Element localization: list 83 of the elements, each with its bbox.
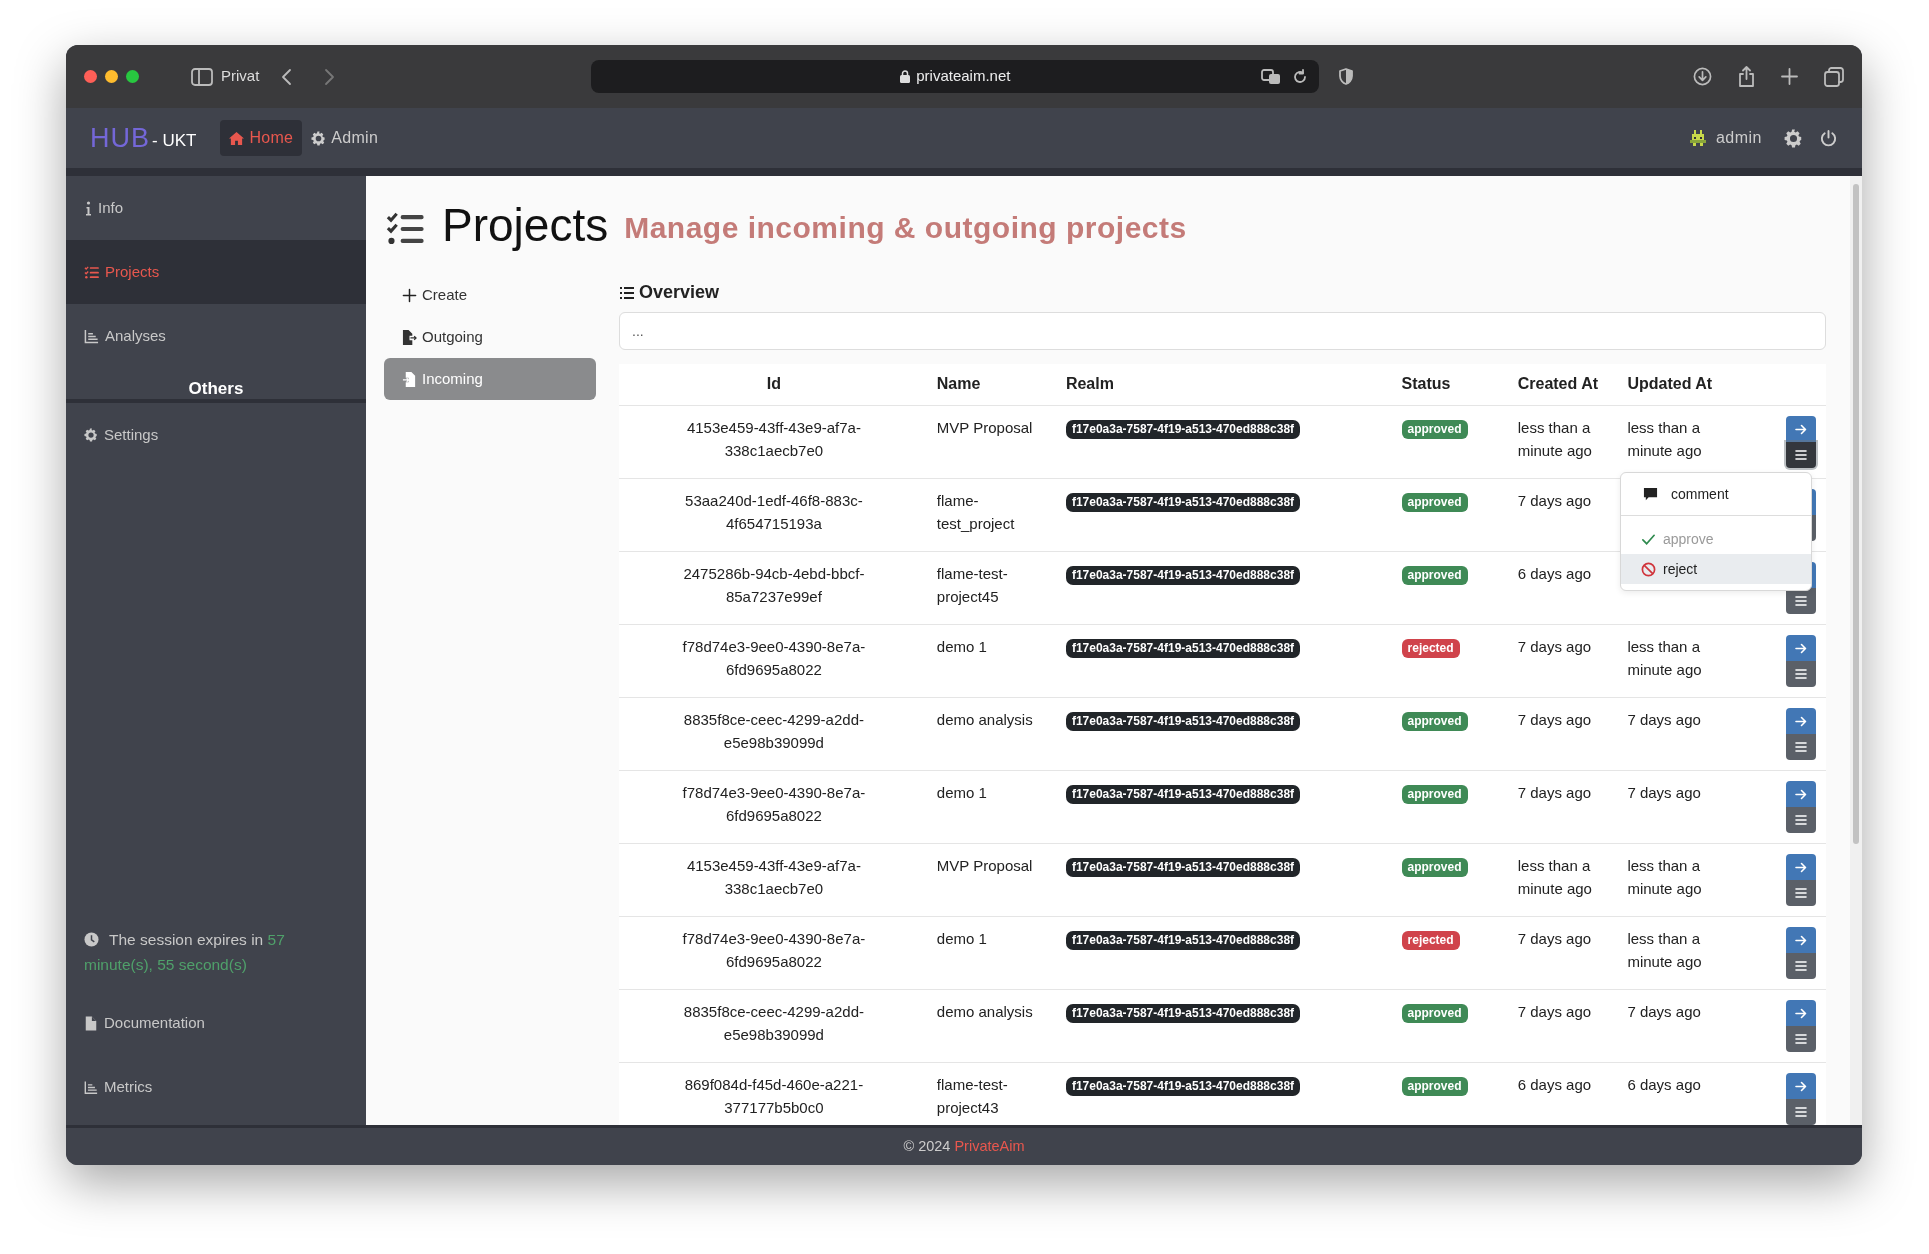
table-cell: 7 days ago — [1509, 770, 1620, 844]
table-cell: 4153e459-43ff-43e9-af7a-338c1aecb7e0 — [619, 843, 929, 917]
realm-tag: f17e0a3a-7587-4f19-a513-470ed888c38f — [1065, 639, 1301, 659]
table-cell: 7 days ago — [1509, 916, 1620, 990]
profile-label: Privat — [221, 66, 260, 87]
table-cell: 7 days ago — [1509, 989, 1620, 1063]
nav-link[interactable]: Admin — [302, 120, 388, 156]
realm-tag: f17e0a3a-7587-4f19-a513-470ed888c38f — [1065, 1004, 1301, 1024]
section-heading: Others — [66, 378, 366, 403]
sidebar-item[interactable]: Analyses — [66, 304, 366, 368]
table-cell: flame-test_project — [928, 478, 1058, 552]
table-cell: less than a minute ago — [1619, 916, 1749, 990]
table-cell: less than a minute ago — [1619, 624, 1749, 698]
table-cell: demo 1 — [928, 624, 1058, 698]
table-cell: flame-test-project45 — [928, 551, 1058, 625]
menu-item[interactable]: comment — [1621, 479, 1811, 510]
status-tag: approved — [1401, 712, 1468, 732]
column-header: Id — [619, 363, 929, 406]
table-cell: f78d74e3-9ee0-4390-8e7a-6fd9695a8022 — [619, 624, 929, 698]
table-cell: 2475286b-94cb-4ebd-bbcf-85a7237e99ef — [619, 551, 929, 625]
status-tag: approved — [1401, 566, 1468, 586]
table-cell: 53aa240d-1edf-46f8-883c-4f654715193a — [619, 478, 929, 552]
realm-tag: f17e0a3a-7587-4f19-a513-470ed888c38f — [1065, 712, 1301, 732]
sidebar-item[interactable]: Info — [66, 176, 366, 240]
realm-tag: f17e0a3a-7587-4f19-a513-470ed888c38f — [1065, 493, 1301, 513]
table-cell: demo 1 — [928, 916, 1058, 990]
sidebar-link[interactable]: Metrics — [66, 1055, 366, 1119]
table-cell: f78d74e3-9ee0-4390-8e7a-6fd9695a8022 — [619, 916, 929, 990]
address-bar[interactable]: privateaim.net — [591, 60, 1320, 93]
status-tag: approved — [1401, 1004, 1468, 1024]
column-header: Realm — [1057, 363, 1394, 406]
subnav-link[interactable]: Outgoing — [384, 316, 596, 358]
status-tag: rejected — [1401, 639, 1460, 659]
realm-tag: f17e0a3a-7587-4f19-a513-470ed888c38f — [1065, 858, 1301, 878]
realm-tag: f17e0a3a-7587-4f19-a513-470ed888c38f — [1065, 420, 1301, 440]
table-cell: f78d74e3-9ee0-4390-8e7a-6fd9695a8022 — [619, 770, 929, 844]
column-header: Created At — [1509, 363, 1620, 406]
table-cell: 7 days ago — [1509, 624, 1620, 698]
session-expiry-text: The session expires in 57 minute(s), 55 second(s) — [83, 930, 286, 975]
realm-tag: f17e0a3a-7587-4f19-a513-470ed888c38f — [1065, 931, 1301, 951]
section-title: Overview — [639, 282, 720, 304]
table-cell: 7 days ago — [1509, 478, 1620, 552]
realm-tag: f17e0a3a-7587-4f19-a513-470ed888c38f — [1065, 566, 1301, 586]
nav-link[interactable]: Home — [220, 120, 303, 156]
url-text: privateaim.net — [916, 66, 1011, 87]
table-cell: MVP Proposal — [928, 405, 1058, 479]
page-subtitle: Manage incoming & outgoing projects — [624, 210, 1187, 246]
copyright-text: © 2024 PrivateAim — [903, 1136, 1025, 1156]
status-tag: rejected — [1401, 931, 1460, 951]
status-tag: approved — [1401, 1077, 1468, 1097]
table-cell: 4153e459-43ff-43e9-af7a-338c1aecb7e0 — [619, 405, 929, 479]
subnav-link[interactable]: Create — [384, 274, 596, 316]
column-header: Status — [1393, 363, 1510, 406]
table-cell: demo 1 — [928, 770, 1058, 844]
table-cell: 8835f8ce-ceec-4299-a2dd-e5e98b39099d — [619, 697, 929, 771]
sidebar-item[interactable]: Settings — [66, 403, 366, 467]
table-cell: 8835f8ce-ceec-4299-a2dd-e5e98b39099d — [619, 989, 929, 1063]
sidebar-item[interactable]: Projects — [66, 240, 366, 304]
search-field[interactable]: ... — [619, 311, 1826, 350]
subnav-link[interactable]: Incoming — [384, 358, 596, 400]
status-tag: approved — [1401, 785, 1468, 805]
column-header: Updated At — [1619, 363, 1749, 406]
table-cell: 6 days ago — [1509, 551, 1620, 625]
status-tag: approved — [1401, 858, 1468, 878]
status-tag: approved — [1401, 420, 1468, 440]
user-name[interactable]: admin — [1715, 126, 1762, 150]
table-cell: 7 days ago — [1619, 989, 1749, 1063]
table-cell: less than a minute ago — [1509, 405, 1620, 479]
realm-tag: f17e0a3a-7587-4f19-a513-470ed888c38f — [1065, 1077, 1301, 1097]
column-header: Name — [928, 363, 1058, 406]
table-cell: MVP Proposal — [928, 843, 1058, 917]
table-cell: demo analysis — [928, 697, 1058, 771]
table-cell: demo analysis — [928, 989, 1058, 1063]
table-cell: 7 days ago — [1619, 770, 1749, 844]
sidebar-link[interactable]: Documentation — [66, 991, 366, 1055]
table-cell: 7 days ago — [1619, 697, 1749, 771]
status-tag: approved — [1401, 493, 1468, 513]
table-cell: less than a minute ago — [1509, 843, 1620, 917]
realm-tag: f17e0a3a-7587-4f19-a513-470ed888c38f — [1065, 785, 1301, 805]
menu-item[interactable]: reject — [1621, 554, 1811, 585]
table-cell: 7 days ago — [1509, 697, 1620, 771]
table-cell: less than a minute ago — [1619, 843, 1749, 917]
brand-logo[interactable]: HUB- UKT — [90, 124, 197, 152]
